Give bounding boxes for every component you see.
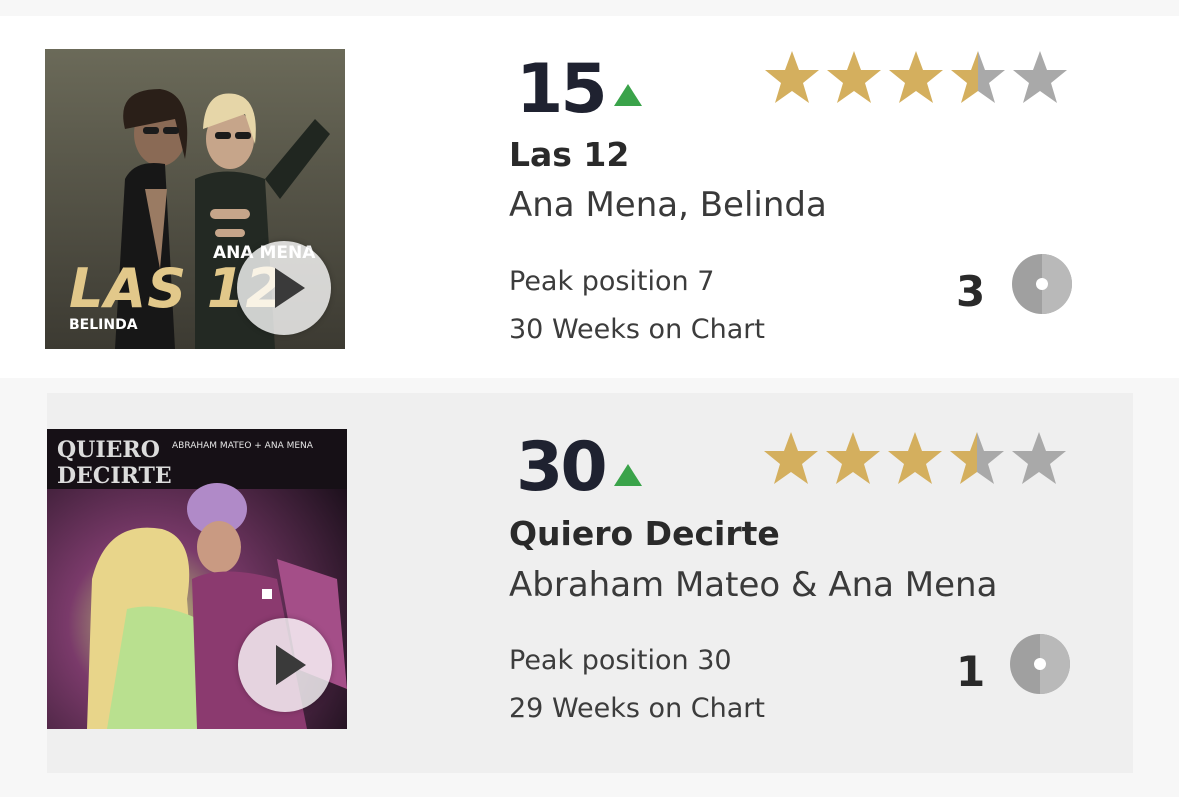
star-empty-icon (1012, 432, 1066, 484)
star-rating (761, 430, 1069, 488)
chart-entry[interactable]: QUIERO DECIRTE ABRAHAM MATEO + ANA MENA … (47, 393, 1133, 773)
song-title[interactable]: Quiero Decirte (509, 514, 780, 553)
chart-rank: 15 (516, 50, 608, 129)
disc-count: 1 (956, 647, 986, 696)
disc-icon (1010, 634, 1070, 694)
star-empty-icon (1013, 51, 1067, 103)
play-icon (276, 645, 306, 685)
song-artist[interactable]: Abraham Mateo & Ana Mena (509, 565, 997, 605)
cover-text-artists: ABRAHAM MATEO + ANA MENA (172, 441, 313, 451)
arrow-up-icon (614, 84, 642, 106)
album-cover[interactable]: ANA MENA LAS 12 BELINDA (45, 49, 345, 349)
star-half-icon (951, 51, 1005, 103)
song-artist[interactable]: Ana Mena, Belinda (509, 185, 827, 225)
star-icon (826, 432, 880, 484)
peak-position: Peak position 30 (509, 645, 732, 676)
play-button[interactable] (237, 241, 331, 335)
peak-position: Peak position 7 (509, 266, 715, 297)
album-cover[interactable]: QUIERO DECIRTE ABRAHAM MATEO + ANA MENA (47, 429, 347, 729)
play-icon (275, 268, 305, 308)
star-icon (765, 51, 819, 103)
weeks-on-chart: 30 Weeks on Chart (509, 314, 765, 345)
cover-text-featured: BELINDA (69, 317, 138, 333)
play-button[interactable] (238, 618, 332, 712)
chart-rank: 30 (516, 428, 608, 507)
star-icon (764, 432, 818, 484)
star-icon (888, 432, 942, 484)
disc-icon (1012, 254, 1072, 314)
star-icon (889, 51, 943, 103)
arrow-up-icon (614, 464, 642, 486)
cover-text-title: QUIERO DECIRTE (57, 437, 172, 489)
star-icon (827, 51, 881, 103)
chart-entry[interactable]: ANA MENA LAS 12 BELINDA 15 Las 12 Ana Me… (0, 16, 1179, 378)
song-title[interactable]: Las 12 (509, 135, 629, 174)
disc-count: 3 (956, 267, 986, 316)
star-rating (762, 49, 1070, 107)
weeks-on-chart: 29 Weeks on Chart (509, 693, 765, 724)
star-half-icon (950, 432, 1004, 484)
